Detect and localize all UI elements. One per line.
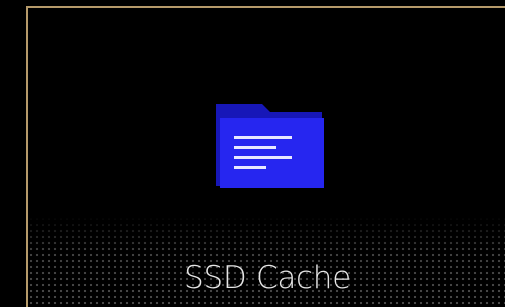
folder-document-icon: [216, 104, 324, 188]
tile-label: SSD Cache: [184, 260, 351, 296]
ssd-cache-tile[interactable]: SSD Cache: [26, 6, 505, 307]
